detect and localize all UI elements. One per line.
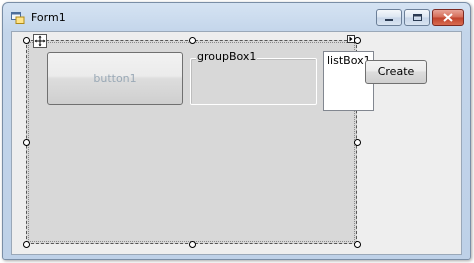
resize-handle-top-left[interactable] xyxy=(23,37,30,44)
minimize-icon xyxy=(385,19,393,21)
button1[interactable]: button1 xyxy=(47,52,183,105)
form-client-area: button1 groupBox1 listBox1 Create xyxy=(11,31,462,255)
resize-handle-middle-right[interactable] xyxy=(354,139,361,146)
title-bar[interactable]: Form1 xyxy=(3,3,470,29)
minimize-button[interactable] xyxy=(376,9,402,26)
resize-handle-top-center[interactable] xyxy=(189,37,196,44)
resize-handle-top-right[interactable] xyxy=(354,37,361,44)
form-app-icon xyxy=(11,12,25,24)
selected-panel[interactable]: button1 groupBox1 listBox1 xyxy=(26,40,374,244)
window-title: Form1 xyxy=(31,11,66,24)
close-button[interactable] xyxy=(432,9,464,26)
groupbox1-label: groupBox1 xyxy=(196,50,258,63)
close-icon xyxy=(443,13,453,22)
resize-handle-middle-left[interactable] xyxy=(23,139,30,146)
form-window: Form1 button1 groupBox1 listBox1 Create xyxy=(2,2,471,260)
groupbox1-frame[interactable] xyxy=(190,58,317,105)
maximize-icon xyxy=(413,14,422,21)
move-arrows-icon[interactable] xyxy=(33,34,47,48)
resize-handle-bottom-left[interactable] xyxy=(23,241,30,248)
create-button[interactable]: Create xyxy=(365,60,427,84)
resize-handle-bottom-right[interactable] xyxy=(354,241,361,248)
maximize-button[interactable] xyxy=(404,9,430,26)
resize-handle-bottom-center[interactable] xyxy=(189,241,196,248)
